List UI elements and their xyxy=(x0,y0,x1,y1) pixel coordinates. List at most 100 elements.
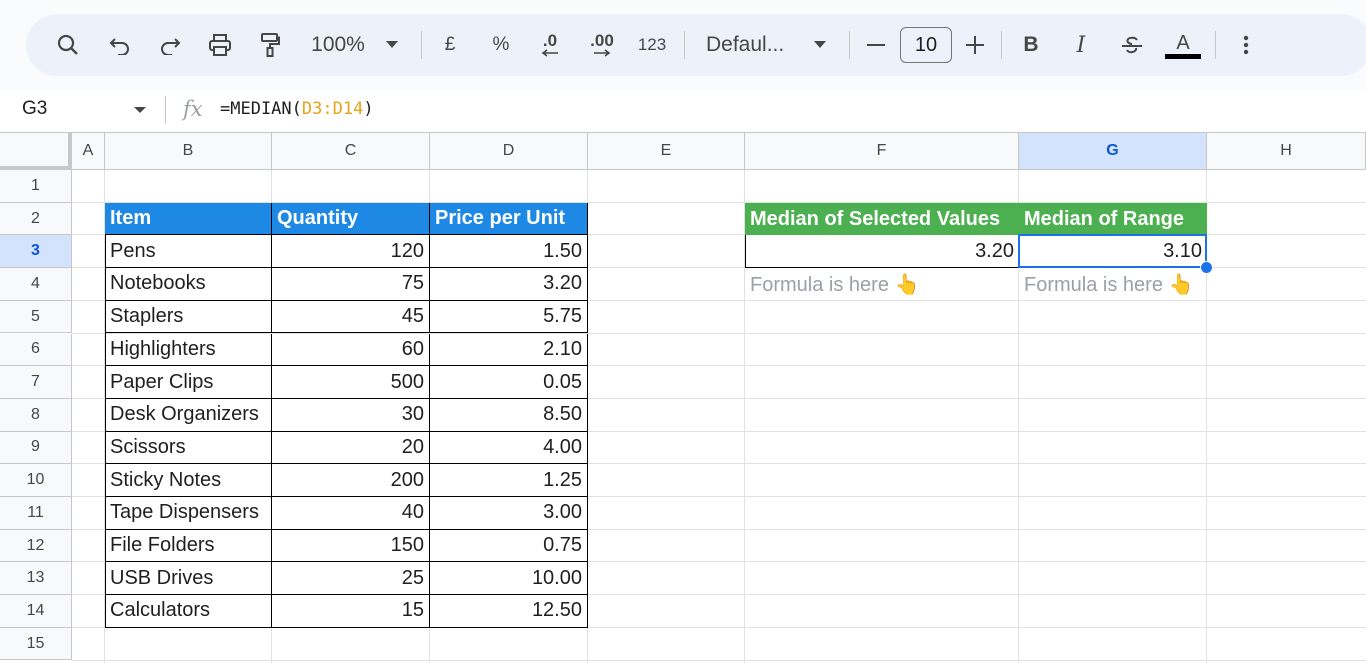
table-cell[interactable]: Paper Clips xyxy=(105,366,272,399)
column-header-b[interactable]: B xyxy=(105,132,272,170)
zoom-chevron-down-icon[interactable] xyxy=(384,14,400,76)
increase-font-size-plus-icon[interactable] xyxy=(963,14,987,76)
row-header-5[interactable]: 5 xyxy=(0,300,72,334)
arrow-left-icon xyxy=(541,49,558,57)
name-box-chevron-down-icon[interactable] xyxy=(134,107,146,113)
row-header-3[interactable]: 3 xyxy=(0,235,72,269)
table-cell[interactable]: 30 xyxy=(272,398,430,432)
table-cell[interactable]: 60 xyxy=(272,333,430,367)
active-cell-selection xyxy=(1018,234,1207,269)
search-icon[interactable] xyxy=(54,14,82,76)
result-value-cell[interactable]: 3.20 xyxy=(745,235,1019,269)
table-cell[interactable]: Staplers xyxy=(105,300,272,334)
table-cell[interactable]: 25 xyxy=(272,562,430,596)
italic-button[interactable]: I xyxy=(1069,14,1093,76)
table-cell[interactable]: 3.20 xyxy=(430,268,588,301)
table-cell[interactable]: 15 xyxy=(272,595,430,628)
print-icon[interactable] xyxy=(206,14,234,76)
table-header-cell[interactable]: Quantity xyxy=(272,202,430,236)
row-header-13[interactable]: 13 xyxy=(0,562,72,596)
table-cell[interactable]: 0.75 xyxy=(430,529,588,563)
table-cell[interactable]: 8.50 xyxy=(430,398,588,432)
row-header-6[interactable]: 6 xyxy=(0,333,72,367)
table-cell[interactable]: 500 xyxy=(272,366,430,399)
table-cell[interactable]: 120 xyxy=(272,235,430,269)
row-header-14[interactable]: 14 xyxy=(0,595,72,628)
currency-button[interactable]: £ xyxy=(438,14,462,76)
table-cell[interactable]: 20 xyxy=(272,431,430,465)
paint-format-icon[interactable] xyxy=(256,14,284,76)
column-header-h[interactable]: H xyxy=(1207,132,1366,170)
text-color-button[interactable]: A xyxy=(1164,14,1202,76)
table-cell[interactable]: File Folders xyxy=(105,529,272,563)
bold-button[interactable]: B xyxy=(1019,14,1043,76)
row-header-15[interactable]: 15 xyxy=(0,627,72,661)
column-header-d[interactable]: D xyxy=(430,132,588,170)
table-cell[interactable]: 5.75 xyxy=(430,300,588,334)
font-chevron-down-icon[interactable] xyxy=(812,14,828,76)
table-cell[interactable]: 150 xyxy=(272,529,430,563)
table-cell[interactable]: 0.05 xyxy=(430,366,588,399)
formula-bar-divider xyxy=(165,96,166,124)
column-header-g[interactable]: G xyxy=(1019,132,1207,170)
table-cell[interactable]: Sticky Notes xyxy=(105,464,272,497)
zoom-select[interactable]: 100% xyxy=(308,14,368,76)
table-cell[interactable]: 1.25 xyxy=(430,464,588,497)
row-header-12[interactable]: 12 xyxy=(0,529,72,563)
strikethrough-icon[interactable] xyxy=(1118,14,1146,76)
table-cell[interactable]: USB Drives xyxy=(105,562,272,596)
row-header-2[interactable]: 2 xyxy=(0,202,72,236)
result-header-cell[interactable]: Median of Selected Values xyxy=(745,202,1019,236)
table-cell[interactable]: Notebooks xyxy=(105,268,272,301)
table-cell[interactable]: 75 xyxy=(272,268,430,301)
toolbar: 100% £ % .0 .00 123 Defaul... 10 B I A xyxy=(26,14,1366,76)
table-cell[interactable]: 200 xyxy=(272,464,430,497)
table-cell[interactable]: Desk Organizers xyxy=(105,398,272,432)
column-header-f[interactable]: F xyxy=(745,132,1019,170)
undo-icon[interactable] xyxy=(106,14,134,76)
increase-decimal-button[interactable]: .00 xyxy=(584,14,620,76)
row-header-7[interactable]: 7 xyxy=(0,366,72,399)
row-header-1[interactable]: 1 xyxy=(0,170,72,203)
table-cell[interactable]: 40 xyxy=(272,497,430,530)
column-header-c[interactable]: C xyxy=(272,132,430,170)
table-cell[interactable]: 1.50 xyxy=(430,235,588,269)
table-cell[interactable]: 3.00 xyxy=(430,497,588,530)
table-cell[interactable]: Highlighters xyxy=(105,333,272,367)
table-cell[interactable]: 12.50 xyxy=(430,595,588,628)
row-header-10[interactable]: 10 xyxy=(0,464,72,497)
table-cell[interactable]: 45 xyxy=(272,300,430,334)
row-header-11[interactable]: 11 xyxy=(0,497,72,530)
table-cell[interactable]: Calculators xyxy=(105,595,272,628)
more-formats-button[interactable]: 123 xyxy=(634,14,670,76)
table-cell[interactable]: Pens xyxy=(105,235,272,269)
column-header-a[interactable]: A xyxy=(72,132,105,170)
select-all-corner[interactable] xyxy=(0,132,72,170)
more-vert-icon[interactable] xyxy=(1234,14,1258,76)
row-header-8[interactable]: 8 xyxy=(0,398,72,432)
result-header-cell[interactable]: Median of Range xyxy=(1019,202,1207,236)
formula-hint-cell[interactable]: Formula is here 👆 xyxy=(1019,268,1207,301)
formula-input[interactable]: =MEDIAN(D3:D14) xyxy=(220,99,374,119)
row-header-4[interactable]: 4 xyxy=(0,268,72,301)
table-cell[interactable]: 2.10 xyxy=(430,333,588,367)
table-cell[interactable]: 10.00 xyxy=(430,562,588,596)
formula-hint-cell[interactable]: Formula is here 👆 xyxy=(745,268,1019,301)
redo-icon[interactable] xyxy=(156,14,184,76)
table-header-cell[interactable]: Item xyxy=(105,202,272,236)
table-cell[interactable]: 4.00 xyxy=(430,431,588,465)
table-header-cell[interactable]: Price per Unit xyxy=(430,202,588,236)
font-size-input[interactable]: 10 xyxy=(900,27,952,63)
table-cell[interactable]: Scissors xyxy=(105,431,272,465)
font-select[interactable]: Defaul... xyxy=(706,14,796,76)
name-box[interactable]: G3 xyxy=(22,98,47,120)
decrease-decimal-button[interactable]: .0 xyxy=(534,14,566,76)
row-header-9[interactable]: 9 xyxy=(0,431,72,465)
fx-icon: fx xyxy=(183,97,203,121)
spreadsheet-grid[interactable]: A B C D E F G H 1 2 3 4 5 6 7 8 9 10 11 12 13 14 15 Item Quantit… xyxy=(0,132,1366,663)
decrease-font-size-minus-icon[interactable] xyxy=(864,14,888,76)
table-cell[interactable]: Tape Dispensers xyxy=(105,497,272,530)
column-header-e[interactable]: E xyxy=(588,132,745,170)
percent-button[interactable]: % xyxy=(488,14,514,76)
fill-handle[interactable] xyxy=(1200,261,1213,275)
